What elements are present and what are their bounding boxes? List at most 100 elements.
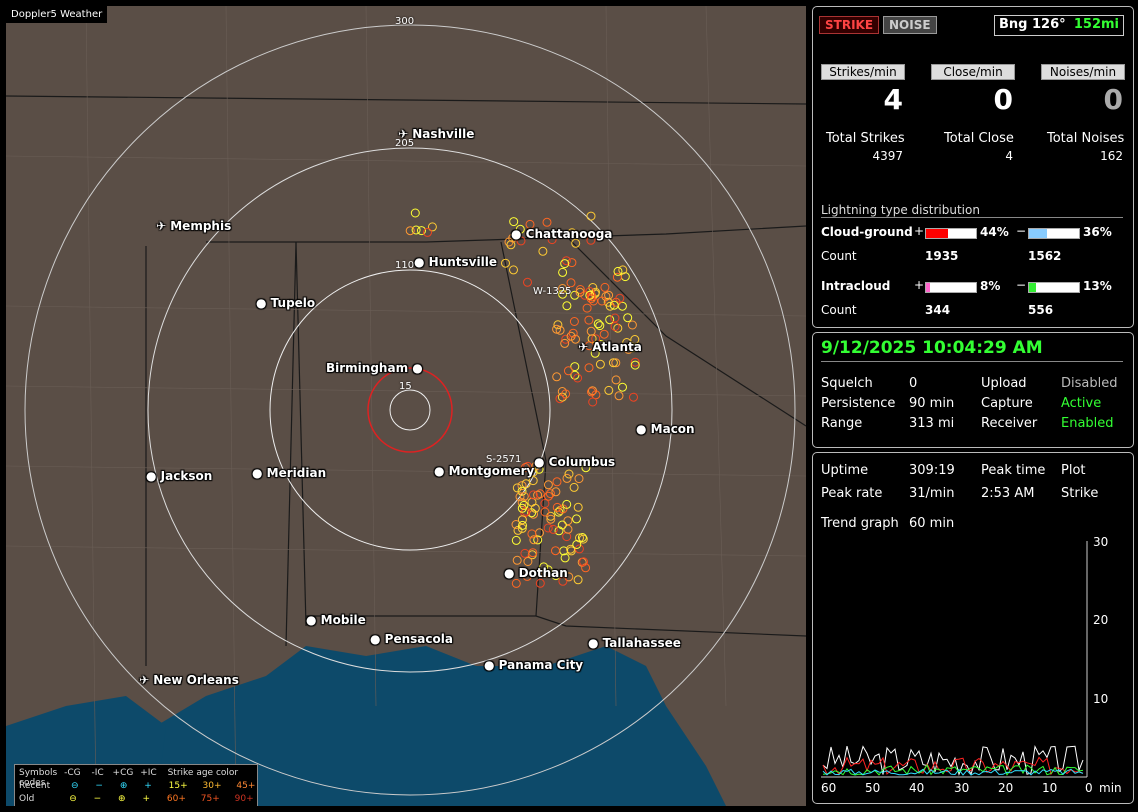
strike-symbol bbox=[610, 313, 620, 323]
ic-plus-sign: + bbox=[914, 278, 925, 292]
strike-symbol bbox=[595, 321, 605, 331]
trend-graph-value: 60 min bbox=[909, 516, 955, 531]
uptime-value: 309:19 bbox=[909, 463, 955, 478]
upload-value: Disabled bbox=[1061, 376, 1118, 391]
city-columbus: ● Columbus bbox=[534, 455, 616, 469]
strike-symbol bbox=[427, 222, 437, 232]
strike-symbol bbox=[543, 523, 553, 533]
x-tick-60: 60 bbox=[821, 781, 837, 795]
neg-cg-recent-icon: ⊖ bbox=[70, 781, 79, 791]
strike-symbol bbox=[548, 524, 558, 534]
peak-time-value: 2:53 AM bbox=[981, 486, 1035, 501]
x-tick-20: 20 bbox=[998, 781, 1014, 795]
x-tick-40: 40 bbox=[909, 781, 925, 795]
city-panama-city: ● Panama City bbox=[484, 658, 584, 672]
legend-symbols-header: Symbols bbox=[19, 768, 58, 778]
strikes-per-min-value: 4 bbox=[883, 83, 903, 116]
datetime-display: 9/12/2025 10:04:29 AM bbox=[821, 338, 1123, 362]
strike-symbol bbox=[552, 372, 562, 382]
city-meridian: ● Meridian bbox=[252, 466, 327, 480]
strike-symbol bbox=[573, 502, 583, 512]
strike-symbol bbox=[523, 277, 532, 287]
trend-series-line bbox=[822, 768, 1084, 776]
strike-symbol bbox=[627, 320, 637, 330]
city-memphis: ✈ Memphis bbox=[156, 219, 232, 233]
close-per-min-label: Close/min bbox=[931, 64, 1015, 80]
strike-symbol bbox=[538, 246, 548, 256]
strike-symbol bbox=[593, 319, 603, 329]
persistence-label: Persistence bbox=[821, 396, 896, 411]
city-montgomery: ● Montgomery bbox=[434, 464, 535, 478]
strike-symbol bbox=[563, 524, 573, 534]
storm-marker-w1325: W-1325 bbox=[533, 286, 572, 297]
strike-symbol bbox=[527, 497, 537, 507]
strike-symbol bbox=[572, 514, 581, 524]
neg-cg-old-icon: ⊖ bbox=[69, 794, 77, 804]
close-per-min-value: 0 bbox=[993, 83, 1013, 116]
cg-negative-bar bbox=[1028, 228, 1080, 239]
strike-button[interactable]: STRIKE bbox=[819, 16, 880, 34]
city-jackson: ● Jackson bbox=[146, 469, 213, 483]
cg-negative-fill bbox=[1029, 229, 1047, 238]
total-noises-value: 162 bbox=[1100, 149, 1123, 163]
ic-positive-count: 344 bbox=[925, 303, 951, 317]
uptime-label: Uptime bbox=[821, 463, 869, 478]
city-new-orleans: ✈ New Orleans bbox=[139, 673, 239, 687]
ic-minus-sign: − bbox=[1016, 278, 1027, 292]
range-label: Range bbox=[821, 416, 863, 431]
strike-symbol bbox=[584, 363, 594, 373]
cg-positive-fill bbox=[926, 229, 948, 238]
strike-symbol bbox=[569, 317, 579, 326]
strike-symbol bbox=[544, 491, 553, 501]
y-tick-20: 20 bbox=[1093, 613, 1109, 627]
strike-symbol bbox=[595, 359, 605, 369]
ic-negative-bar bbox=[1028, 282, 1080, 293]
strike-symbol bbox=[614, 391, 624, 401]
total-close-label: Total Close bbox=[944, 131, 1014, 146]
legend-pos-ic: +IC bbox=[140, 768, 157, 778]
window-title: Doppler5 Weather bbox=[6, 6, 108, 23]
noise-button[interactable]: NOISE bbox=[883, 16, 937, 34]
legend-neg-cg: -CG bbox=[64, 768, 81, 778]
x-tick-50: 50 bbox=[865, 781, 881, 795]
strike-symbol bbox=[610, 322, 620, 331]
strike-symbol bbox=[611, 375, 621, 385]
age-60: 60+ bbox=[166, 794, 186, 804]
lightning-map[interactable]: Doppler5 Weather 300 205 110 15 ✈ Nashvi… bbox=[6, 6, 806, 806]
legend-recent-label: Recent bbox=[19, 781, 51, 791]
strike-symbol bbox=[535, 578, 545, 588]
strike-symbol bbox=[562, 301, 572, 311]
distance-value: 152mi bbox=[1073, 17, 1119, 32]
strike-symbol bbox=[511, 578, 521, 588]
city-huntsville: ● Huntsville bbox=[414, 255, 497, 269]
city-tupelo: ● Tupelo bbox=[256, 296, 316, 310]
strike-symbol bbox=[586, 326, 596, 336]
strikes-per-min-label: Strikes/min bbox=[821, 64, 905, 80]
strike-symbol bbox=[405, 226, 415, 236]
intracloud-label: Intracloud bbox=[821, 279, 891, 293]
strike-symbol bbox=[512, 555, 522, 565]
cg-negative-count: 1562 bbox=[1028, 249, 1062, 263]
strike-symbol bbox=[567, 258, 577, 268]
strike-symbol bbox=[586, 211, 596, 221]
cg-positive-count: 1935 bbox=[925, 249, 959, 263]
squelch-label: Squelch bbox=[821, 376, 873, 391]
cloud-ground-label: Cloud-ground bbox=[821, 225, 913, 239]
strike-symbol bbox=[613, 266, 623, 276]
total-strikes-value: 4397 bbox=[872, 149, 903, 163]
strike-symbol bbox=[563, 516, 573, 526]
strike-symbol bbox=[569, 482, 579, 492]
persistence-value: 90 min bbox=[909, 396, 955, 411]
x-tick-10: 10 bbox=[1042, 781, 1058, 795]
receiver-value: Enabled bbox=[1061, 416, 1114, 431]
cg-plus-sign: + bbox=[914, 224, 925, 238]
ring-label-300: 300 bbox=[395, 16, 415, 27]
noises-per-min-label: Noises/min bbox=[1041, 64, 1125, 80]
x-tick-30: 30 bbox=[954, 781, 970, 795]
city-mobile: ● Mobile bbox=[306, 613, 366, 627]
strike-symbol bbox=[599, 329, 609, 339]
peak-rate-value: 31/min bbox=[909, 486, 955, 501]
neg-ic-recent-icon: − bbox=[95, 781, 103, 791]
plot-label: Plot bbox=[1061, 463, 1086, 478]
strike-symbol bbox=[545, 489, 555, 499]
